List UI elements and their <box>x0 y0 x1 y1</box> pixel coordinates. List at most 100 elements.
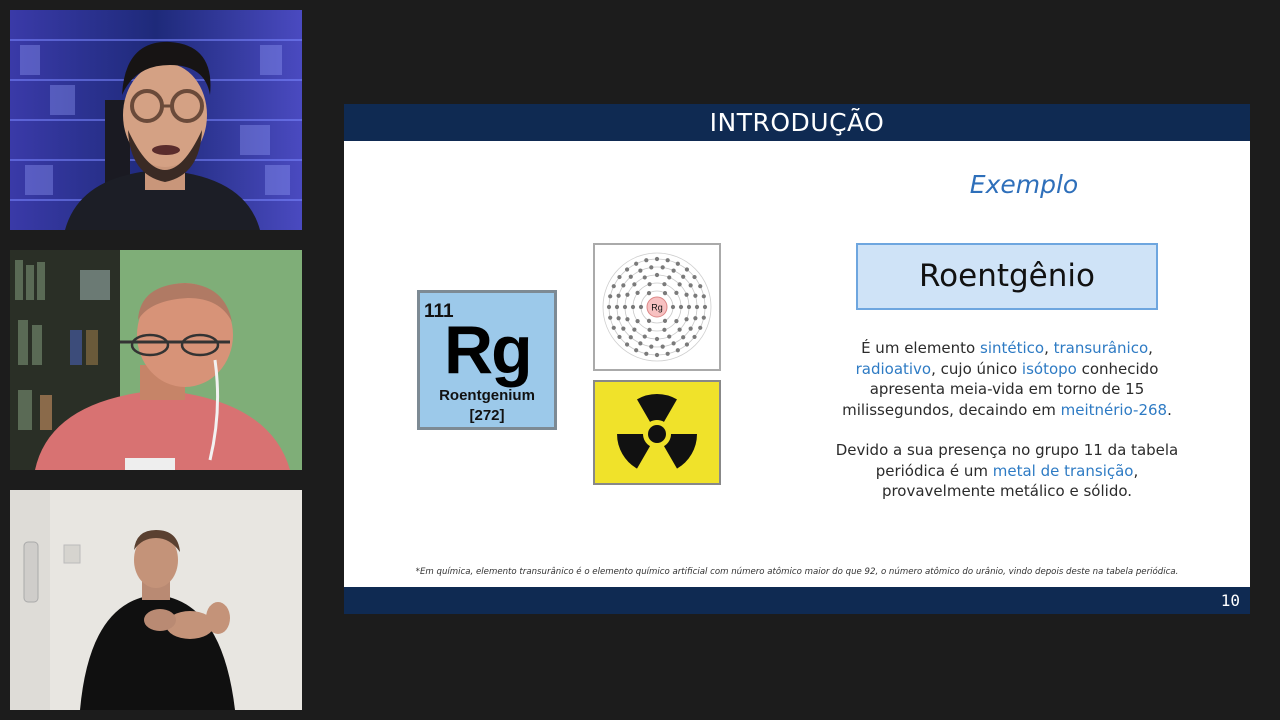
radiation-icon <box>617 394 697 469</box>
electron-dot <box>634 348 639 353</box>
electron-dot <box>638 304 644 310</box>
participant-video-tile-2[interactable] <box>10 250 302 470</box>
electron-dot <box>701 294 706 299</box>
electron-dot <box>654 256 660 262</box>
atom-nucleus-label: Rg <box>651 303 663 313</box>
electron-dot <box>614 304 620 310</box>
element-name: Roentgênio <box>919 258 1095 294</box>
description-paragraph-1: É um elemento sintético, transurânico, r… <box>824 338 1190 420</box>
electron-dot <box>674 290 679 295</box>
electron-dot <box>630 304 636 310</box>
electron-dot <box>608 315 613 320</box>
electron-dot <box>647 282 652 287</box>
electron-dot <box>688 326 693 331</box>
description-paragraph-2: Devido a sua presença no grupo 11 da tab… <box>824 440 1190 502</box>
electron-dot <box>686 304 692 310</box>
electron-dot <box>667 334 672 339</box>
electron-dot <box>644 258 649 263</box>
electron-dot <box>617 274 622 280</box>
electron-dot <box>671 341 676 346</box>
atomic-mass: [272] <box>469 407 505 424</box>
electron-dot <box>644 351 649 356</box>
keyword-sintetico: sintético <box>980 339 1045 357</box>
electron-dot <box>667 275 672 280</box>
keyword-meitnerio: meitnério-268 <box>1060 400 1168 419</box>
keyword-metal-de-transicao: metal de transição <box>992 461 1134 480</box>
electron-dot <box>684 267 690 272</box>
electron-dot <box>698 284 703 289</box>
electron-dot <box>621 326 626 331</box>
electron-dot <box>677 282 682 287</box>
electron-dot <box>677 327 682 332</box>
electron-dot <box>665 258 670 263</box>
electron-dot <box>642 275 647 280</box>
participant-video-2 <box>10 250 302 470</box>
electron-dot <box>634 261 639 266</box>
electron-dot <box>638 268 643 273</box>
presentation-slide: INTRODUÇÃO 111 Rg Roentgenium [272] Rg E… <box>344 104 1250 614</box>
keyword-radioativo: radioativo <box>855 359 932 378</box>
electron-dot <box>625 317 630 322</box>
participant-video-3-sign-language-interpreter <box>10 490 302 710</box>
electron-dot <box>638 341 643 346</box>
electron-dot <box>621 283 626 288</box>
participant-video-tile-3[interactable] <box>10 490 302 710</box>
slide-title-bar: INTRODUÇÃO <box>344 104 1250 141</box>
electron-dot <box>692 274 697 280</box>
electron-dot <box>684 317 689 322</box>
electron-dot <box>628 335 633 340</box>
electron-dot <box>698 325 703 330</box>
example-heading: Exemplo <box>969 170 1079 199</box>
element-symbol: Rg <box>444 312 533 388</box>
electron-dot <box>654 336 660 342</box>
electron-dot <box>684 292 689 297</box>
element-name-box: Roentgênio <box>856 243 1158 310</box>
electron-dot <box>646 291 652 296</box>
electron-dot <box>617 334 622 340</box>
electron-dot <box>678 304 684 310</box>
electron-dot <box>649 265 654 270</box>
electron-dot <box>681 274 686 279</box>
electron-dot <box>692 334 697 340</box>
electron-dot <box>608 294 613 299</box>
electron-dot <box>654 352 660 358</box>
electron-dot <box>688 283 693 288</box>
electron-dot <box>628 274 633 279</box>
text-run: . <box>1167 400 1172 419</box>
electron-dot <box>675 261 680 266</box>
electron-dot <box>654 272 660 278</box>
electron-dot <box>701 315 706 320</box>
electron-dot <box>670 304 676 310</box>
periodic-table-tile: 111 Rg Roentgenium [272] <box>417 290 557 430</box>
participant-video-tile-1[interactable] <box>10 10 302 230</box>
slide-title: INTRODUÇÃO <box>709 108 885 137</box>
participant-video-1 <box>10 10 302 230</box>
atom-shell-diagram: Rg <box>593 243 721 371</box>
electron-dot <box>662 282 667 287</box>
electron-dot <box>694 304 700 310</box>
electron-dot <box>635 319 640 324</box>
electron-dot <box>662 291 668 296</box>
electron-dot <box>611 284 616 289</box>
text-run: , cujo único <box>931 359 1022 378</box>
electron-dot <box>665 351 670 356</box>
electron-dot <box>702 304 708 310</box>
electron-dot <box>611 325 616 330</box>
electron-dot <box>616 316 621 321</box>
electron-dot <box>674 319 679 324</box>
electron-dot <box>616 293 621 298</box>
electron-shell-icon: Rg <box>602 252 712 362</box>
text-run: , <box>1148 339 1153 357</box>
electron-dot <box>649 344 654 349</box>
keyword-isotopo: isótopo <box>1021 359 1077 378</box>
slide-footer-bar: 10 <box>344 587 1250 614</box>
slide-page-number: 10 <box>1220 591 1240 610</box>
electron-dot <box>642 334 647 339</box>
electron-dot <box>625 292 630 297</box>
electron-dot <box>660 344 665 349</box>
text-run: , <box>1044 339 1054 357</box>
electron-dot <box>632 327 637 332</box>
electron-dot <box>660 265 665 270</box>
electron-dot <box>624 267 630 272</box>
electron-dot <box>646 318 652 323</box>
